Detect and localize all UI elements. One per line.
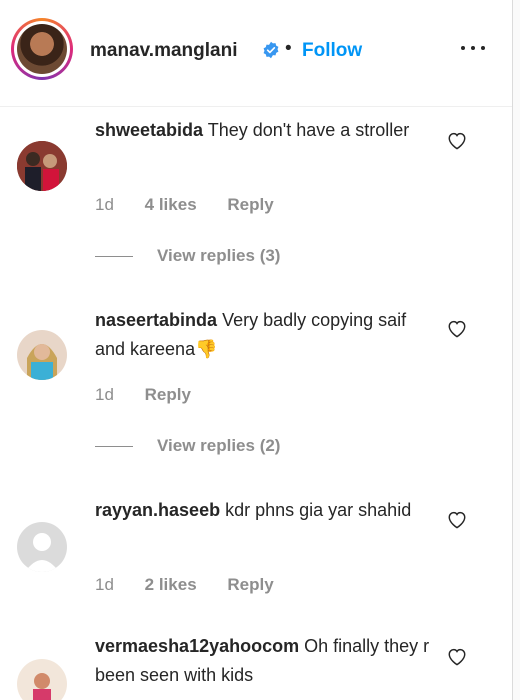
profile-avatar[interactable] <box>11 18 73 80</box>
header-username[interactable]: manav.manglani <box>90 40 237 62</box>
comment-time: 1d <box>95 195 114 214</box>
reply-button[interactable]: Reply <box>227 195 273 214</box>
reply-button[interactable]: Reply <box>145 385 191 404</box>
more-options-icon[interactable] <box>458 38 488 58</box>
like-heart-icon[interactable] <box>446 318 468 338</box>
commenter-avatar[interactable] <box>17 141 67 191</box>
comment-username[interactable]: rayyan.haseeb <box>95 500 220 520</box>
view-replies-label: View replies (3) <box>157 246 281 265</box>
comment-text: naseertabinda Very badly copying saif an… <box>95 306 440 364</box>
like-heart-icon[interactable] <box>446 646 468 666</box>
view-replies-button[interactable]: View replies (3) <box>95 246 280 266</box>
post-comments-panel: manav.manglani • Follow shweetabida They… <box>0 0 513 700</box>
separator-dot: • <box>285 38 292 59</box>
commenter-avatar[interactable] <box>17 659 67 700</box>
comment-username[interactable]: shweetabida <box>95 120 203 140</box>
like-heart-icon[interactable] <box>446 509 468 529</box>
comment-text: shweetabida They don't have a stroller <box>95 116 440 145</box>
commenter-avatar[interactable] <box>17 522 67 572</box>
comment-username[interactable]: vermaesha12yahoocom <box>95 636 299 656</box>
replies-divider <box>95 446 133 448</box>
comment-time: 1d <box>95 385 114 404</box>
scroll-gutter <box>513 0 520 700</box>
view-replies-label: View replies (2) <box>157 436 281 455</box>
post-header: manav.manglani • Follow <box>0 0 512 107</box>
like-heart-icon[interactable] <box>446 130 468 150</box>
follow-button[interactable]: Follow <box>302 40 362 62</box>
comment-meta: 1d 4 likes Reply <box>95 195 300 215</box>
comment-username[interactable]: naseertabinda <box>95 310 217 330</box>
comment-body: They don't have a stroller <box>207 120 410 140</box>
reply-button[interactable]: Reply <box>227 575 273 594</box>
comment-body: kdr phns gia yar shahid <box>225 500 412 520</box>
comment-text: rayyan.haseeb kdr phns gia yar shahid <box>95 496 440 525</box>
comment-meta: 1d 2 likes Reply <box>95 575 300 595</box>
comment-item: vermaesha12yahoocom Oh finally they r be… <box>0 619 512 700</box>
comment-likes[interactable]: 4 likes <box>145 195 197 214</box>
commenter-avatar[interactable] <box>17 330 67 380</box>
verified-badge-icon <box>263 41 279 59</box>
replies-divider <box>95 256 133 258</box>
comment-time: 1d <box>95 575 114 594</box>
view-replies-button[interactable]: View replies (2) <box>95 436 280 456</box>
comment-meta: 1d Reply <box>95 385 217 405</box>
comment-text: vermaesha12yahoocom Oh finally they r be… <box>95 632 440 690</box>
thumbs-down-emoji: 👎 <box>195 339 218 359</box>
comment-likes[interactable]: 2 likes <box>145 575 197 594</box>
